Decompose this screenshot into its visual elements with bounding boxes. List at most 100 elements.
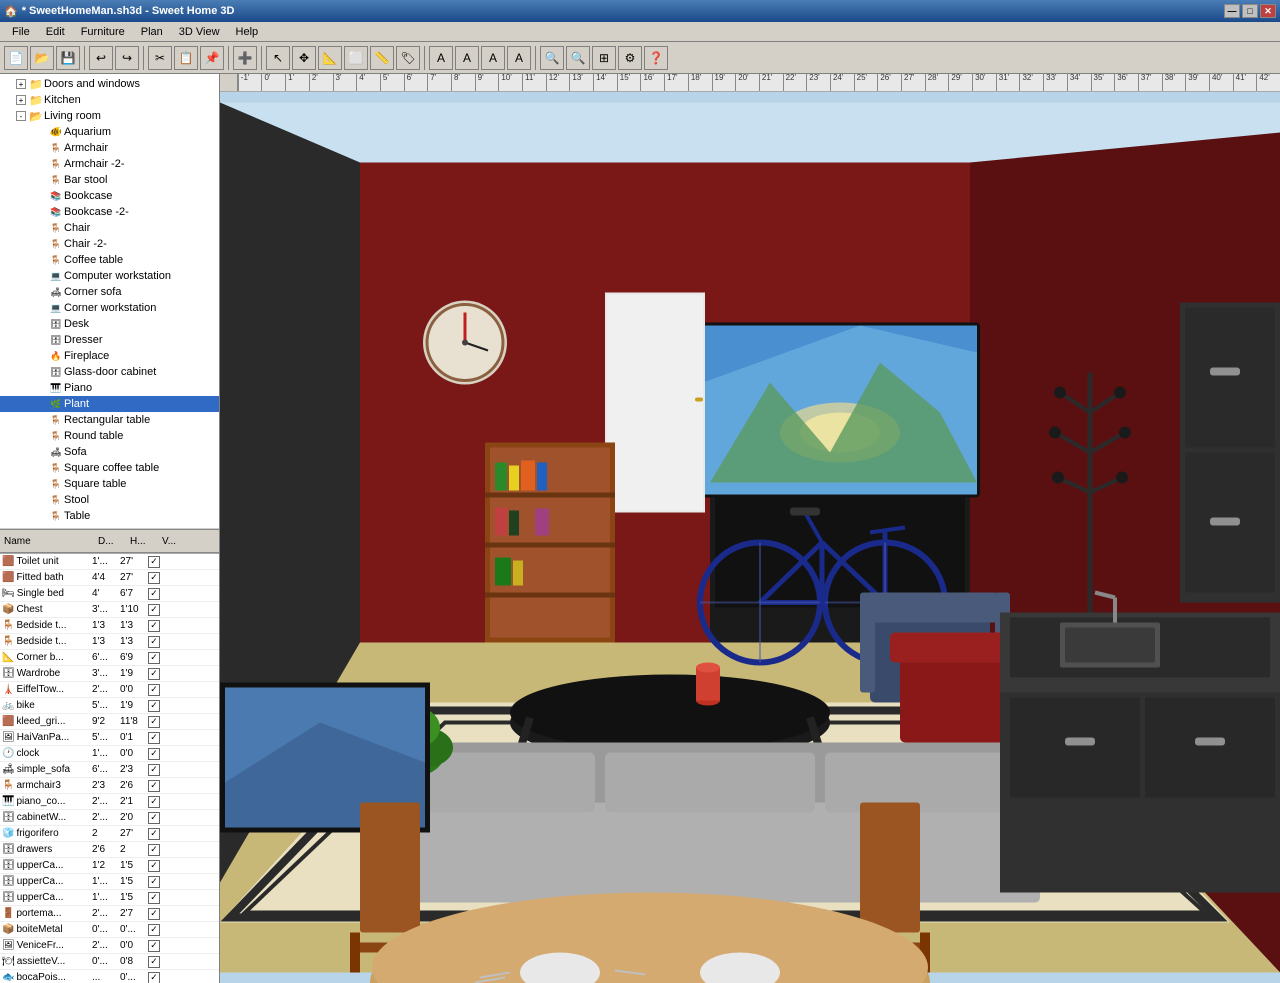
tree-item-table[interactable]: 🪑 Table (0, 508, 219, 524)
visibility-checkbox[interactable] (148, 972, 160, 983)
furniture-table[interactable]: 🟫 Toilet unit 1'... 27' 🟫 Fitted bath 4'… (0, 553, 219, 983)
table-row[interactable]: 🗄 upperCa... 1'... 1'5 (0, 874, 219, 890)
tree-item-computerwkst[interactable]: 💻 Computer workstation (0, 268, 219, 284)
visibility-checkbox[interactable] (148, 684, 160, 696)
toolbar-new[interactable]: 📄 (4, 46, 28, 70)
toolbar-create-rooms[interactable]: ⬜ (344, 46, 368, 70)
titlebar-controls[interactable]: — □ ✕ (1224, 4, 1276, 18)
tree-item-aquarium[interactable]: 🐠 Aquarium (0, 124, 219, 140)
table-row[interactable]: 🗄 upperCa... 1'... 1'5 (0, 890, 219, 906)
table-row[interactable]: 🧊 frigorifero 2 27' (0, 826, 219, 842)
table-row[interactable]: 🟫 Toilet unit 1'... 27' (0, 554, 219, 570)
visibility-checkbox[interactable] (148, 732, 160, 744)
tree-item-chair[interactable]: 🪑 Chair (0, 220, 219, 236)
table-row[interactable]: 🛏 Single bed 4' 6'7 (0, 586, 219, 602)
visibility-checkbox[interactable] (148, 636, 160, 648)
toolbar-save[interactable]: 💾 (56, 46, 80, 70)
toolbar-pan[interactable]: ✥ (292, 46, 316, 70)
visibility-checkbox[interactable] (148, 652, 160, 664)
table-row[interactable]: 🖼 HaiVanPa... 5'... 0'1 (0, 730, 219, 746)
tree-item-squaretable[interactable]: 🪑 Square table (0, 476, 219, 492)
toolbar-preferences[interactable]: ⚙ (618, 46, 642, 70)
table-row[interactable]: 🛋 simple_sofa 6'... 2'3 (0, 762, 219, 778)
visibility-checkbox[interactable] (148, 604, 160, 616)
table-row[interactable]: 🚪 portema... 2'... 2'7 (0, 906, 219, 922)
table-row[interactable]: 🟫 Fitted bath 4'4 27' (0, 570, 219, 586)
tree-item-cornersofa[interactable]: 🛋 Corner sofa (0, 284, 219, 300)
toolbar-select[interactable]: ↖ (266, 46, 290, 70)
toolbar-zoom-in[interactable]: 🔍 (540, 46, 564, 70)
viewport-3d[interactable] (220, 92, 1280, 983)
menu-3dview[interactable]: 3D View (171, 24, 228, 40)
visibility-checkbox[interactable] (148, 956, 160, 968)
tree-item-doors[interactable]: + 📁 Doors and windows (0, 76, 219, 92)
visibility-checkbox[interactable] (148, 892, 160, 904)
menu-plan[interactable]: Plan (133, 24, 171, 40)
tree-item-kitchen[interactable]: + 📁 Kitchen (0, 92, 219, 108)
table-row[interactable]: 🎹 piano_co... 2'... 2'1 (0, 794, 219, 810)
toolbar-copy[interactable]: 📋 (174, 46, 198, 70)
table-row[interactable]: 🚲 bike 5'... 1'9 (0, 698, 219, 714)
table-row[interactable]: 🗄 upperCa... 1'2 1'5 (0, 858, 219, 874)
tree-expand-doors[interactable]: + (16, 79, 26, 89)
toolbar-text-a4[interactable]: A (507, 46, 531, 70)
toolbar-cut[interactable]: ✂ (148, 46, 172, 70)
tree-item-sofa[interactable]: 🛋 Sofa (0, 444, 219, 460)
table-row[interactable]: 📦 boiteMetal 0'... 0'... (0, 922, 219, 938)
toolbar-create-walls[interactable]: 📐 (318, 46, 342, 70)
tree-expand-kitchen[interactable]: + (16, 95, 26, 105)
table-row[interactable]: 🍽 assietteV... 0'... 0'8 (0, 954, 219, 970)
visibility-checkbox[interactable] (148, 716, 160, 728)
tree-item-stool[interactable]: 🪑 Stool (0, 492, 219, 508)
visibility-checkbox[interactable] (148, 860, 160, 872)
toolbar-add-furniture[interactable]: ➕ (233, 46, 257, 70)
tree-item-coffeetable[interactable]: 🪑 Coffee table (0, 252, 219, 268)
tree-expand-livingroom[interactable]: - (16, 111, 26, 121)
visibility-checkbox[interactable] (148, 700, 160, 712)
menu-file[interactable]: File (4, 24, 38, 40)
tree-item-bookcase2[interactable]: 📚 Bookcase -2- (0, 204, 219, 220)
visibility-checkbox[interactable] (148, 828, 160, 840)
visibility-checkbox[interactable] (148, 876, 160, 888)
visibility-checkbox[interactable] (148, 620, 160, 632)
visibility-checkbox[interactable] (148, 924, 160, 936)
tree-item-cornerwkst[interactable]: 💻 Corner workstation (0, 300, 219, 316)
toolbar-text-a2[interactable]: A (455, 46, 479, 70)
tree-item-recttable[interactable]: 🪑 Rectangular table (0, 412, 219, 428)
close-button[interactable]: ✕ (1260, 4, 1276, 18)
visibility-checkbox[interactable] (148, 908, 160, 920)
table-row[interactable]: 🕐 clock 1'... 0'0 (0, 746, 219, 762)
table-row[interactable]: 🪑 Bedside t... 1'3 1'3 (0, 618, 219, 634)
toolbar-zoom-out[interactable]: 🔍 (566, 46, 590, 70)
tree-item-desk[interactable]: 🗄 Desk (0, 316, 219, 332)
tree-item-roundtable[interactable]: 🪑 Round table (0, 428, 219, 444)
tree-item-dresser[interactable]: 🗄 Dresser (0, 332, 219, 348)
toolbar-undo[interactable]: ↩ (89, 46, 113, 70)
tree-item-squarecoffee[interactable]: 🪑 Square coffee table (0, 460, 219, 476)
table-row[interactable]: 🗄 cabinetW... 2'... 2'0 (0, 810, 219, 826)
table-row[interactable]: 🐟 bocaPois... ... 0'... (0, 970, 219, 983)
tree-item-livingroom[interactable]: - 📂 Living room (0, 108, 219, 124)
toolbar-create-dimensions[interactable]: 📏 (370, 46, 394, 70)
tree-item-barstool[interactable]: 🪑 Bar stool (0, 172, 219, 188)
table-row[interactable]: 🗼 EiffelTow... 2'... 0'0 (0, 682, 219, 698)
visibility-checkbox[interactable] (148, 764, 160, 776)
table-row[interactable]: 🗄 Wardrobe 3'... 1'9 (0, 666, 219, 682)
minimize-button[interactable]: — (1224, 4, 1240, 18)
toolbar-zoom-fit[interactable]: ⊞ (592, 46, 616, 70)
toolbar-open[interactable]: 📂 (30, 46, 54, 70)
tree-item-chair2[interactable]: 🪑 Chair -2- (0, 236, 219, 252)
maximize-button[interactable]: □ (1242, 4, 1258, 18)
menu-furniture[interactable]: Furniture (73, 24, 133, 40)
tree-view[interactable]: + 📁 Doors and windows + 📁 Kitchen - 📂 Li… (0, 74, 219, 529)
visibility-checkbox[interactable] (148, 556, 160, 568)
visibility-checkbox[interactable] (148, 780, 160, 792)
table-row[interactable]: 📦 Chest 3'... 1'10 (0, 602, 219, 618)
toolbar-redo[interactable]: ↪ (115, 46, 139, 70)
tree-item-fireplace[interactable]: 🔥 Fireplace (0, 348, 219, 364)
tree-item-armchair2[interactable]: 🪑 Armchair -2- (0, 156, 219, 172)
tree-item-glassdoor[interactable]: 🗄 Glass-door cabinet (0, 364, 219, 380)
menu-help[interactable]: Help (228, 24, 267, 40)
toolbar-text-a1[interactable]: A (429, 46, 453, 70)
table-row[interactable]: 🪑 armchair3 2'3 2'6 (0, 778, 219, 794)
